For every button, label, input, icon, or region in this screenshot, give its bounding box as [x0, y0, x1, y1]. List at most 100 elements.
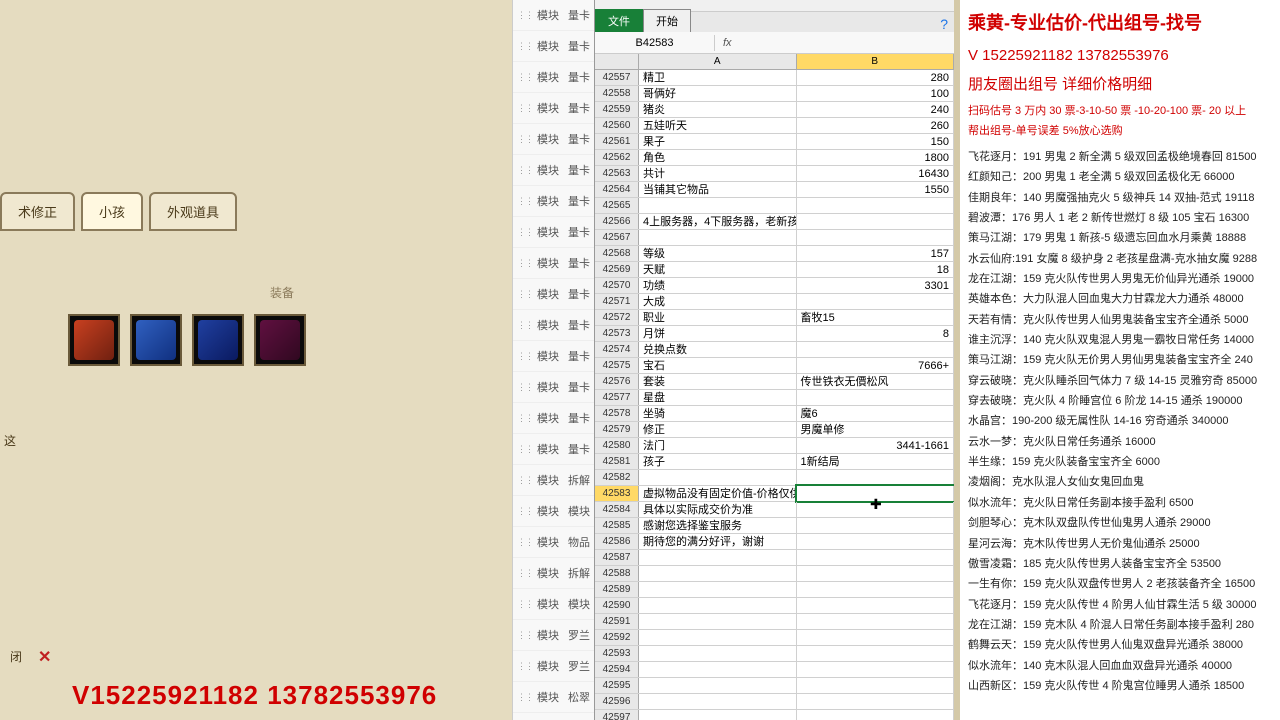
cell-b[interactable]: [797, 342, 955, 357]
row-number[interactable]: 42585: [595, 518, 639, 533]
cell-a[interactable]: [639, 614, 797, 629]
cell-b[interactable]: [797, 502, 955, 517]
row-number[interactable]: 42572: [595, 310, 639, 325]
help-icon[interactable]: ?: [940, 16, 948, 32]
cell-a[interactable]: [639, 662, 797, 677]
cell-b[interactable]: 260: [797, 118, 955, 133]
cell-b[interactable]: 传世铁衣无價松风: [797, 374, 955, 389]
row-number[interactable]: 42577: [595, 390, 639, 405]
module-row[interactable]: ⋮⋮模块量卡: [513, 279, 594, 310]
cell-b[interactable]: [797, 534, 955, 549]
cell-a[interactable]: 猪炎: [639, 102, 797, 117]
module-row[interactable]: ⋮⋮模块拆解: [513, 465, 594, 496]
cell-b[interactable]: 157: [797, 246, 955, 261]
select-all-corner[interactable]: [595, 54, 639, 69]
module-row[interactable]: ⋮⋮模块量卡: [513, 124, 594, 155]
cell-b[interactable]: [797, 214, 955, 229]
cell-b[interactable]: [797, 598, 955, 613]
module-row[interactable]: ⋮⋮模块量卡: [513, 155, 594, 186]
module-row[interactable]: ⋮⋮模块模块: [513, 589, 594, 620]
drag-handle-icon[interactable]: ⋮⋮: [517, 134, 533, 145]
drag-handle-icon[interactable]: ⋮⋮: [517, 258, 533, 269]
cell-b[interactable]: [797, 646, 955, 661]
row-number[interactable]: 42573: [595, 326, 639, 341]
row-number[interactable]: 42589: [595, 582, 639, 597]
module-row[interactable]: ⋮⋮模块松翠: [513, 682, 594, 713]
drag-handle-icon[interactable]: ⋮⋮: [517, 165, 533, 176]
close-button[interactable]: 闭: [0, 644, 32, 669]
module-row[interactable]: ⋮⋮模块量卡: [513, 403, 594, 434]
row-number[interactable]: 42575: [595, 358, 639, 373]
module-row[interactable]: ⋮⋮模块量卡: [513, 341, 594, 372]
cell-b[interactable]: [797, 582, 955, 597]
cell-b[interactable]: [797, 294, 955, 309]
cell-b[interactable]: 1550: [797, 182, 955, 197]
drag-handle-icon[interactable]: ⋮⋮: [517, 41, 533, 52]
drag-handle-icon[interactable]: ⋮⋮: [517, 475, 533, 486]
module-row[interactable]: ⋮⋮模块物品: [513, 527, 594, 558]
row-number[interactable]: 42559: [595, 102, 639, 117]
cell-b[interactable]: 240: [797, 102, 955, 117]
cell-a[interactable]: [639, 694, 797, 709]
drag-handle-icon[interactable]: ⋮⋮: [517, 320, 533, 331]
row-number[interactable]: 42562: [595, 150, 639, 165]
sheet-body[interactable]: 42557精卫28042558哥俩好10042559猪炎24042560五娃听天…: [595, 70, 954, 720]
name-box[interactable]: B42583: [595, 35, 715, 51]
cell-b[interactable]: [797, 518, 955, 533]
cell-a[interactable]: 五娃听天: [639, 118, 797, 133]
module-row[interactable]: ⋮⋮模块量卡: [513, 434, 594, 465]
row-number[interactable]: 42563: [595, 166, 639, 181]
row-number[interactable]: 42564: [595, 182, 639, 197]
cell-a[interactable]: 宝石: [639, 358, 797, 373]
cell-b[interactable]: 7666+: [797, 358, 955, 373]
cell-a[interactable]: 修正: [639, 422, 797, 437]
cell-b[interactable]: 男魔单修: [797, 422, 955, 437]
row-number[interactable]: 42579: [595, 422, 639, 437]
item-slot-1[interactable]: [68, 314, 120, 366]
formula-bar[interactable]: [740, 41, 954, 45]
cell-a[interactable]: [639, 198, 797, 213]
drag-handle-icon[interactable]: ⋮⋮: [517, 196, 533, 207]
module-row[interactable]: ⋮⋮模块罗兰: [513, 651, 594, 682]
file-tab[interactable]: 文件: [595, 9, 643, 32]
module-row[interactable]: ⋮⋮模块量卡: [513, 93, 594, 124]
module-row[interactable]: ⋮⋮模块罗兰: [513, 620, 594, 651]
cell-b[interactable]: 16430: [797, 166, 955, 181]
row-number[interactable]: 42591: [595, 614, 639, 629]
cell-a[interactable]: [639, 582, 797, 597]
row-number[interactable]: 42565: [595, 198, 639, 213]
tab-appearance[interactable]: 外观道具: [149, 192, 237, 231]
cell-a[interactable]: [639, 566, 797, 581]
cell-a[interactable]: [639, 646, 797, 661]
row-number[interactable]: 42561: [595, 134, 639, 149]
cell-a[interactable]: [639, 230, 797, 245]
drag-handle-icon[interactable]: ⋮⋮: [517, 351, 533, 362]
row-number[interactable]: 42587: [595, 550, 639, 565]
cell-a[interactable]: 法门: [639, 438, 797, 453]
row-number[interactable]: 42597: [595, 710, 639, 720]
cell-a[interactable]: [639, 710, 797, 720]
cell-b[interactable]: 18: [797, 262, 955, 277]
row-number[interactable]: 42557: [595, 70, 639, 85]
cell-a[interactable]: 精卫: [639, 70, 797, 85]
row-number[interactable]: 42576: [595, 374, 639, 389]
cell-a[interactable]: 大成: [639, 294, 797, 309]
module-row[interactable]: ⋮⋮模块量卡: [513, 0, 594, 31]
drag-handle-icon[interactable]: ⋮⋮: [517, 444, 533, 455]
module-row[interactable]: ⋮⋮模块量卡: [513, 217, 594, 248]
cell-a[interactable]: 具体以实际成交价为准: [639, 502, 797, 517]
drag-handle-icon[interactable]: ⋮⋮: [517, 72, 533, 83]
cell-b[interactable]: 1800: [797, 150, 955, 165]
cell-a[interactable]: [639, 678, 797, 693]
row-number[interactable]: 42592: [595, 630, 639, 645]
row-number[interactable]: 42560: [595, 118, 639, 133]
cell-a[interactable]: 兑换点数: [639, 342, 797, 357]
cell-b[interactable]: [797, 630, 955, 645]
drag-handle-icon[interactable]: ⋮⋮: [517, 413, 533, 424]
row-number[interactable]: 42594: [595, 662, 639, 677]
cell-b[interactable]: 3301: [797, 278, 955, 293]
row-number[interactable]: 42569: [595, 262, 639, 277]
cell-b[interactable]: [797, 550, 955, 565]
cell-a[interactable]: [639, 598, 797, 613]
cell-a[interactable]: 虚拟物品没有固定价值-价格仅供参考: [639, 486, 797, 501]
